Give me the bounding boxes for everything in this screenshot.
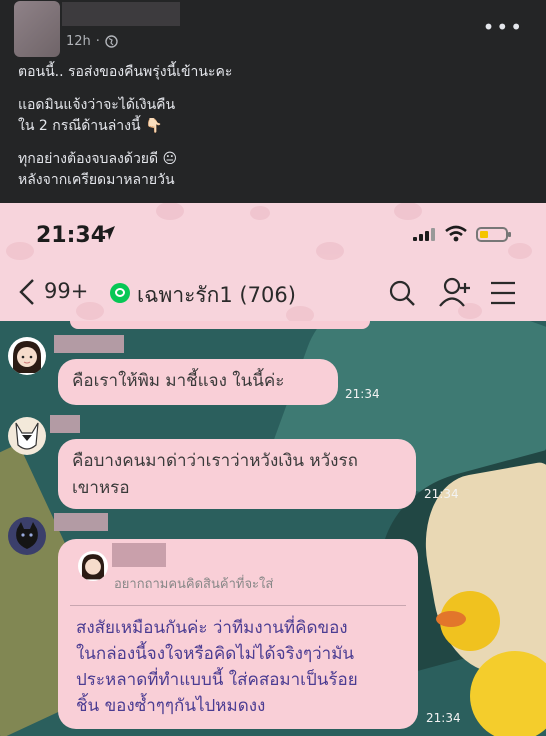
- message-bubble[interactable]: คือเราให้พิม มาชี้แจง ในนี้ค่ะ: [58, 359, 338, 405]
- previous-message-edge: [70, 321, 370, 329]
- message-bubble[interactable]: คือบางคนมาด่าว่าเราว่าหวังเงิน หวังรถ เข…: [58, 439, 416, 509]
- reply-text: สงสัยเหมือนกันค่ะ ว่าทีมงานที่คิดของ ในก…: [76, 618, 358, 716]
- chat-title[interactable]: เฉพาะรัก1 (706): [137, 279, 296, 312]
- chat-background: คือเราให้พิม มาชี้แจง ในนี้ค่ะ 21:34 คือ…: [0, 321, 546, 736]
- quoted-message[interactable]: อยากถามคนคิดสินค้าที่จะใส่: [114, 573, 273, 594]
- quoted-avatar: [78, 551, 108, 581]
- more-options-icon[interactable]: •••: [483, 17, 524, 37]
- post-text: ตอนนี้.. รอส่งของคืนพรุ่งนี้เข้านะคะ แอด…: [18, 62, 528, 203]
- post-paragraph: ทุกอย่างต้องจบลงด้วยดี 😐 หลังจากเครียดมา…: [18, 151, 178, 188]
- group-chat-icon: [110, 283, 130, 303]
- post-paragraph: แอดมินแจ้งว่าจะได้เงินคืน ใน 2 กรณีด้านล…: [18, 97, 176, 134]
- back-chevron-icon[interactable]: [18, 277, 36, 307]
- message-time: 21:34: [424, 487, 459, 501]
- phone-clock: 21:34: [36, 223, 107, 248]
- unread-count[interactable]: 99+: [44, 279, 88, 303]
- menu-icon[interactable]: [490, 281, 516, 305]
- chat-screenshot[interactable]: 21:34 99+ เฉพาะรัก1 (706) คือเราให้พิม ม…: [0, 203, 546, 736]
- message-time: 21:34: [345, 387, 380, 401]
- message-time: 21:34: [426, 711, 461, 725]
- globe-icon: [105, 35, 118, 48]
- wifi-icon: [445, 225, 467, 242]
- avatar[interactable]: [8, 517, 46, 555]
- reply-message-bubble[interactable]: อยากถามคนคิดสินค้าที่จะใส่ สงสัยเหมือนกั…: [58, 539, 418, 729]
- phone-status-bar: 21:34: [0, 203, 546, 265]
- quoted-sender-redacted: [112, 543, 166, 567]
- add-friend-icon[interactable]: [438, 277, 472, 307]
- chat-header: 99+ เฉพาะรัก1 (706): [0, 265, 546, 321]
- quote-divider: [70, 605, 406, 606]
- post-time[interactable]: 12h: [66, 34, 91, 49]
- post-paragraph: ตอนนี้.. รอส่งของคืนพรุ่งนี้เข้านะคะ: [18, 64, 233, 80]
- post-meta: 12h ·: [66, 34, 118, 49]
- author-name-redacted[interactable]: [62, 2, 180, 26]
- post-header: 12h · •••: [0, 0, 546, 60]
- search-icon[interactable]: [388, 279, 416, 307]
- sender-name-redacted: [54, 513, 108, 531]
- sender-name-redacted: [50, 415, 80, 433]
- location-arrow-icon: [101, 226, 115, 240]
- sender-name-redacted: [54, 335, 124, 353]
- signal-icon: [413, 228, 435, 241]
- duck-beak: [436, 611, 466, 627]
- avatar[interactable]: [8, 417, 46, 455]
- avatar[interactable]: [14, 1, 60, 57]
- avatar[interactable]: [8, 337, 46, 375]
- battery-icon: [476, 227, 511, 242]
